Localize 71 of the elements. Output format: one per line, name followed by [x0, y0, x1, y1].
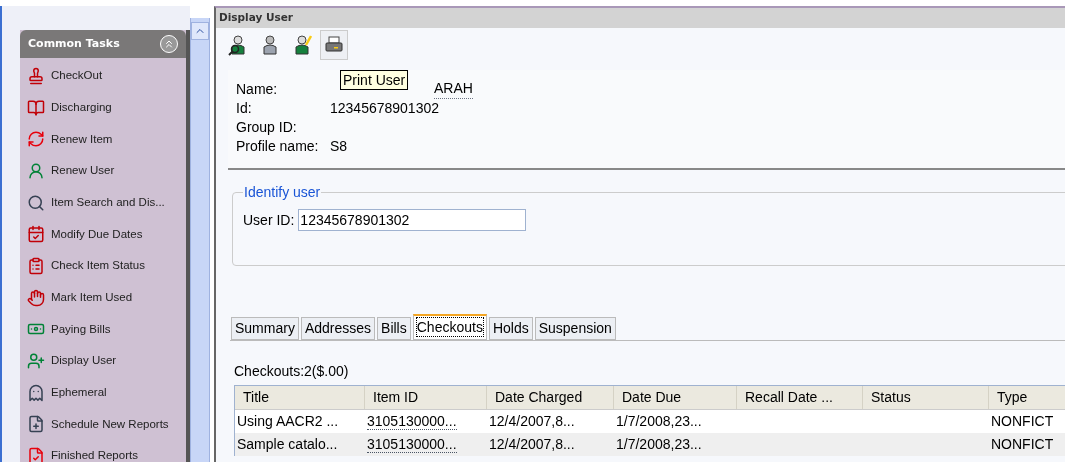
tab[interactable]: Holds: [488, 317, 533, 340]
task-link[interactable]: Finished Reports: [20, 440, 186, 462]
column-header[interactable]: Item ID: [365, 386, 487, 409]
printer-icon: [324, 35, 344, 55]
table-row[interactable]: Using AACR2 ... 3105130000... 12/4/2007,8... 1/7/2008,23... NONFICT: [235, 410, 1065, 433]
tab[interactable]: Summary: [231, 317, 299, 340]
user-search-icon: [228, 34, 248, 56]
file-plus-icon: [27, 415, 45, 434]
checkouts-summary: Checkouts:2($.00): [234, 362, 350, 381]
user-id-field[interactable]: 12345678901302: [298, 209, 527, 231]
tab[interactable]: Suspension: [534, 317, 616, 340]
book-icon: [27, 98, 45, 117]
task-link[interactable]: Check Item Status: [20, 250, 186, 282]
tab[interactable]: Addresses: [300, 317, 376, 340]
panel-title: Common Tasks: [28, 35, 120, 52]
column-header[interactable]: Date Due: [614, 386, 737, 409]
collapse-button[interactable]: [160, 35, 178, 53]
field-value: 12345678901302: [330, 99, 439, 118]
table-cell: 3105130000...: [367, 436, 457, 453]
field-label: Group ID:: [236, 118, 298, 137]
task-link[interactable]: Display User: [20, 345, 186, 377]
toolbar-button[interactable]: [320, 30, 348, 60]
clipboard-icon: [27, 256, 45, 275]
table-cell-text: Using AACR2 ...: [237, 412, 339, 431]
field-value: ARAH: [434, 80, 473, 99]
task-link[interactable]: Schedule New Reports: [20, 408, 186, 441]
table-cell-text: 1/7/2008,23...: [616, 412, 702, 431]
calendar-icon: [27, 225, 45, 244]
field-value: S8: [330, 137, 348, 156]
table-cell-text: 12/4/2007,8...: [489, 412, 575, 431]
chevrons-up-icon: [163, 38, 175, 50]
table-cell-text: 12/4/2007,8...: [489, 435, 575, 454]
column-header[interactable]: Title: [235, 386, 365, 409]
user-plus-icon: [27, 352, 45, 371]
ghost-icon: [27, 383, 45, 402]
task-link[interactable]: Discharging: [20, 91, 186, 124]
user-pencil-icon: [292, 34, 312, 56]
table-cell-text: NONFICT: [991, 435, 1054, 454]
task-link[interactable]: Renew User: [20, 155, 186, 187]
task-link[interactable]: Renew Item: [20, 123, 186, 156]
stamp-icon: [27, 66, 45, 85]
field-label: Name:: [236, 80, 279, 99]
table-cell-text: NONFICT: [991, 412, 1054, 431]
field-label: Profile name:: [236, 137, 320, 156]
task-link[interactable]: CheckOut: [20, 60, 186, 92]
table-cell-text: 1/7/2008,23...: [616, 435, 702, 454]
file-check-icon: [27, 447, 45, 462]
column-header[interactable]: Type: [989, 386, 1065, 409]
column-header[interactable]: Status: [863, 386, 989, 409]
field-label: Id:: [236, 99, 253, 118]
search-icon: [27, 193, 45, 212]
group-legend: Identify user: [243, 182, 322, 203]
table-cell-text: Sample catalo...: [237, 435, 338, 454]
refresh-icon: [27, 130, 45, 149]
tab[interactable]: Checkouts: [412, 314, 487, 340]
task-link[interactable]: Ephemeral: [20, 376, 186, 409]
task-link[interactable]: Item Search and Dis...: [20, 186, 186, 219]
tooltip: Print User: [340, 70, 409, 90]
hand-icon: [27, 288, 45, 307]
user-icon: [27, 161, 45, 180]
task-link[interactable]: Paying Bills: [20, 313, 186, 346]
scrollbar[interactable]: [190, 18, 210, 462]
window-title: Display User: [219, 10, 294, 26]
field-label: User ID:: [243, 210, 295, 230]
column-header[interactable]: Date Charged: [487, 386, 614, 409]
table-cell: 3105130000...: [367, 413, 457, 430]
column-header[interactable]: Recall Date ...: [737, 386, 863, 409]
task-link[interactable]: Mark Item Used: [20, 281, 186, 314]
task-link[interactable]: Modify Due Dates: [20, 218, 186, 251]
table-row[interactable]: Sample catalo... 3105130000... 12/4/2007,8... 1/7/2008,23... NONFICT: [235, 433, 1065, 456]
tab[interactable]: Bills: [377, 317, 411, 340]
